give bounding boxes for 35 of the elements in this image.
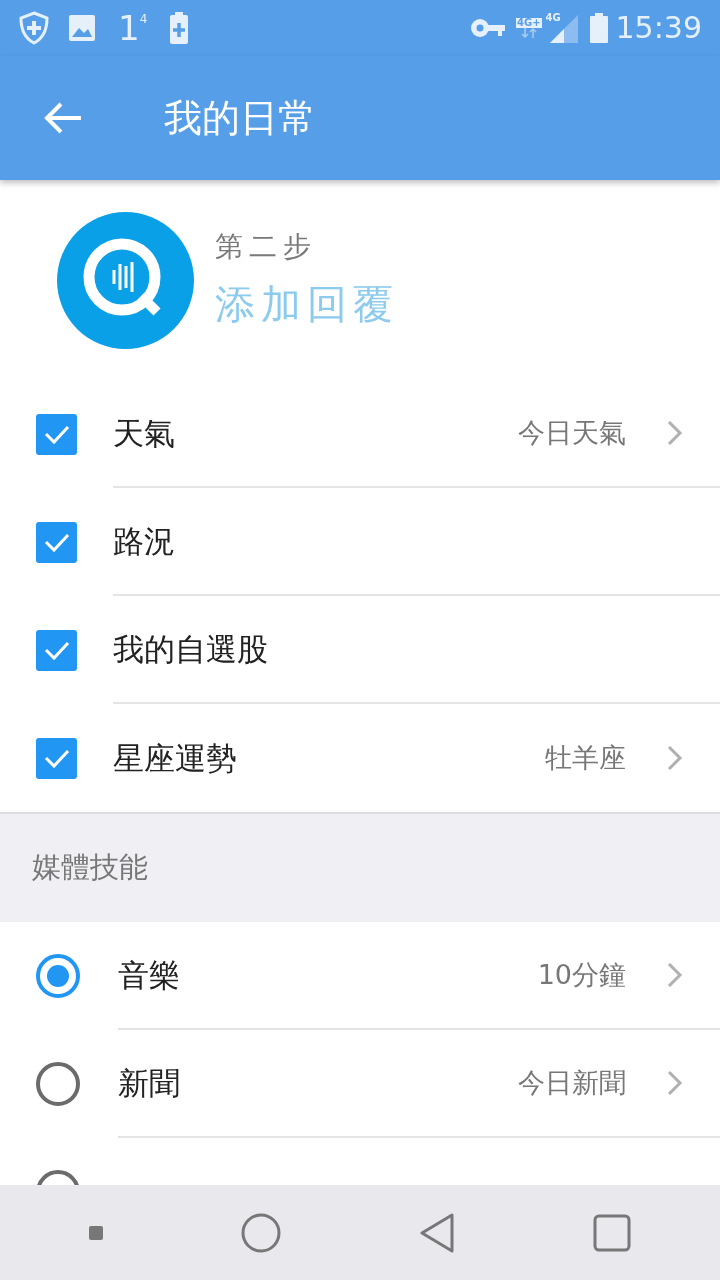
battery-plus-icon [169,12,190,44]
check-icon [42,531,71,553]
step-label: 第二步 [215,229,318,265]
option-label[interactable]: 我的自選股 [113,625,684,673]
shield-icon [18,11,50,45]
clock: 15:39 [615,13,702,43]
checkbox[interactable] [36,521,77,563]
app-logo-icon [57,211,194,349]
radio-button[interactable] [36,1062,80,1106]
check-icon [42,639,71,661]
screen-title: 我的日常 [164,94,316,142]
home-icon[interactable] [241,1212,281,1253]
checkbox[interactable] [36,737,77,779]
option-value: 今日新聞 [518,1065,626,1100]
option-label[interactable]: 音樂 [118,951,538,999]
back-icon[interactable] [419,1212,455,1253]
step-title: 添加回覆 [215,280,399,329]
key-icon [470,17,506,39]
option-value: 10分鐘 [537,957,626,992]
checkbox[interactable] [36,413,77,455]
option-value: 今日天氣 [518,415,626,450]
option-label[interactable]: 路況 [113,517,684,565]
back-arrow-icon [43,101,83,135]
recents-icon[interactable] [593,1213,631,1252]
battery-icon [589,13,608,43]
checkbox[interactable] [36,629,77,671]
option-label[interactable]: 星座運勢 [113,734,545,782]
check-icon [42,747,71,769]
option-value: 牡羊座 [545,740,626,775]
check-icon [42,423,71,445]
image-icon [68,14,96,42]
option-label[interactable]: 天氣 [113,409,518,457]
section-title: 媒體技能 [32,849,148,887]
radio-button[interactable] [36,954,80,998]
option-label[interactable]: 新聞 [118,1059,518,1107]
